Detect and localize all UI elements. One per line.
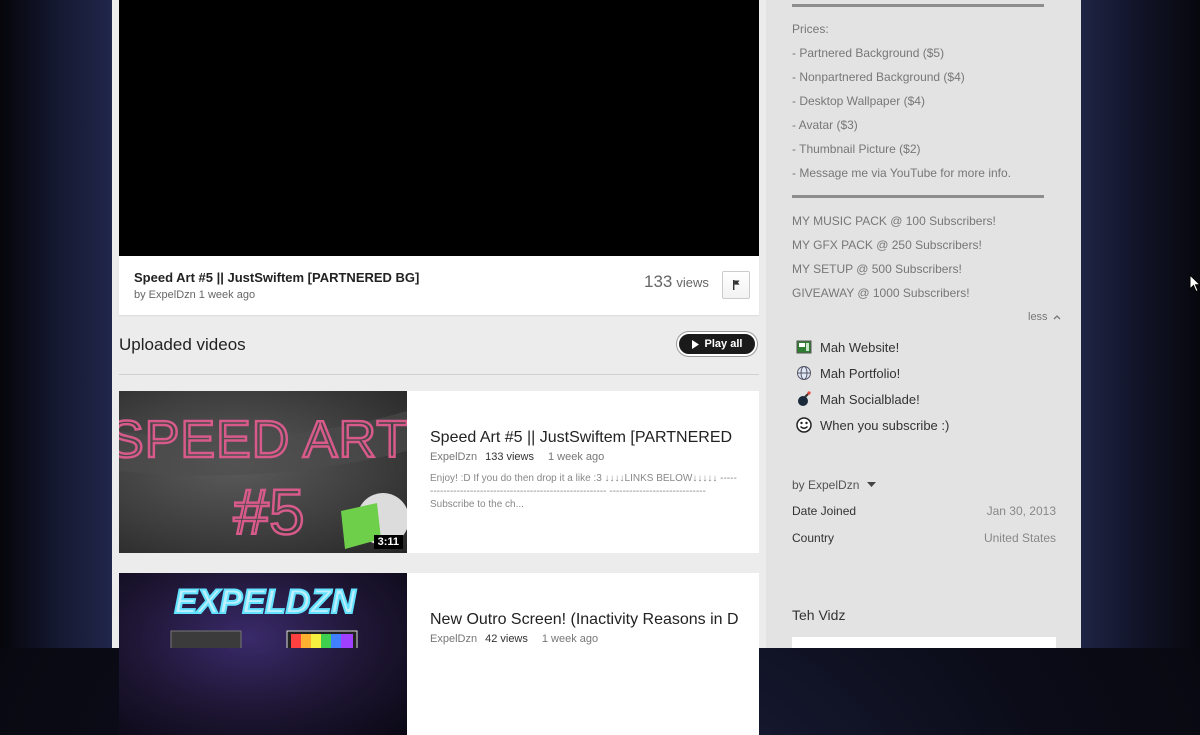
- section-divider: [119, 374, 759, 375]
- featured-video-author-line: by ExpelDzn 1 week ago: [134, 289, 256, 301]
- featured-video-views: 133 views: [644, 272, 709, 292]
- country-label: Country: [792, 531, 835, 545]
- price-line: - Desktop Wallpaper ($4): [792, 94, 925, 108]
- less-label: less: [1028, 311, 1048, 323]
- sidebar-link-socialblade[interactable]: Mah Socialblade!: [796, 390, 920, 408]
- sidebar-link-label: Mah Website!: [820, 339, 900, 355]
- goal-line: MY GFX PACK @ 250 Subscribers!: [792, 238, 982, 252]
- goal-line: GIVEAWAY @ 1000 Subscribers!: [792, 286, 970, 300]
- smiley-icon: [796, 417, 812, 433]
- video-views: 42 views: [485, 633, 528, 645]
- video-views: 133 views: [485, 451, 534, 463]
- socialblade-icon: [796, 391, 812, 407]
- date-joined-value: Jan 30, 2013: [986, 504, 1056, 518]
- prices-heading: Prices:: [792, 22, 829, 36]
- featured-video-title[interactable]: Speed Art #5 || JustSwiftem [PARTNERED B…: [134, 270, 419, 285]
- uploaded-videos-heading: Uploaded videos: [119, 335, 246, 354]
- sidebar-link-portfolio[interactable]: Mah Portfolio!: [796, 364, 900, 382]
- background-left: [0, 0, 112, 648]
- play-icon: [691, 339, 699, 349]
- play-all-button[interactable]: Play all: [677, 332, 757, 356]
- globe-icon: [796, 365, 812, 381]
- video-meta: ExpelDzn 133 views 1 week ago: [430, 451, 604, 463]
- thumbnail-number-text: #5: [233, 476, 304, 548]
- video-thumbnail[interactable]: SPEED ART #5 3:11: [119, 391, 407, 553]
- sidebar-link-website[interactable]: Mah Website!: [796, 338, 899, 356]
- video-author[interactable]: ExpelDzn: [430, 633, 477, 645]
- flag-button[interactable]: [722, 271, 750, 299]
- video-card[interactable]: SPEED ART #5 3:11 Speed Art #5 || JustSw…: [119, 391, 759, 553]
- video-description: Enjoy! :D If you do then drop it a like …: [430, 473, 737, 510]
- thumbnail-title-text: EXPELDZN: [174, 583, 357, 621]
- price-line: - Nonpartnered Background ($4): [792, 70, 965, 84]
- goal-line: MY MUSIC PACK @ 100 Subscribers!: [792, 214, 996, 228]
- channel-owner-dropdown[interactable]: by ExpelDzn: [792, 478, 877, 492]
- video-card[interactable]: EXPELDZN New Outro Screen! (Inactivity R…: [119, 573, 759, 735]
- video-duration: 3:11: [373, 535, 403, 549]
- thumbnail-art: SPEED ART #5: [119, 410, 407, 549]
- thumbnail-art: EXPELDZN: [170, 582, 358, 652]
- views-count: 133: [644, 272, 673, 291]
- mouse-cursor-icon: [1189, 274, 1200, 293]
- video-author[interactable]: ExpelDzn: [430, 451, 477, 463]
- caret-down-icon: [867, 482, 877, 487]
- teh-vidz-module: [792, 637, 1056, 648]
- views-label: views: [676, 275, 709, 290]
- sidebar-link-label: Mah Socialblade!: [820, 391, 920, 407]
- goal-line: MY SETUP @ 500 Subscribers!: [792, 262, 962, 276]
- less-toggle[interactable]: less: [1028, 311, 1061, 323]
- background-right: [1081, 0, 1200, 648]
- country-value: United States: [983, 531, 1056, 545]
- video-thumbnail[interactable]: EXPELDZN: [119, 573, 407, 735]
- price-line: - Thumbnail Picture ($2): [792, 142, 921, 156]
- teh-vidz-heading: Teh Vidz: [792, 607, 846, 623]
- video-age: 1 week ago: [541, 633, 599, 645]
- channel-owner-label: by ExpelDzn: [792, 478, 860, 492]
- video-player[interactable]: [119, 0, 759, 256]
- flag-icon: [733, 280, 740, 290]
- video-meta: ExpelDzn 42 views 1 week ago: [430, 633, 598, 645]
- sidebar-rule: [792, 4, 1044, 7]
- date-joined-label: Date Joined: [792, 504, 857, 518]
- website-icon: [796, 339, 812, 355]
- sidebar-link-label: When you subscribe :): [820, 417, 950, 433]
- video-title[interactable]: Speed Art #5 || JustSwiftem [PARTNERED: [430, 429, 748, 447]
- thumbnail-title-text: SPEED ART: [119, 411, 407, 469]
- price-line: - Message me via YouTube for more info.: [792, 166, 1011, 180]
- video-title[interactable]: New Outro Screen! (Inactivity Reasons in…: [430, 611, 748, 629]
- video-age: 1 week ago: [548, 451, 605, 463]
- sidebar-rule: [792, 195, 1044, 198]
- price-line: - Avatar ($3): [792, 118, 858, 132]
- sidebar-link-subscribe[interactable]: When you subscribe :): [796, 416, 949, 434]
- chevron-up-icon: [1053, 315, 1061, 320]
- featured-video-info: Speed Art #5 || JustSwiftem [PARTNERED B…: [119, 256, 759, 315]
- play-all-label: Play all: [704, 338, 743, 350]
- price-line: - Partnered Background ($5): [792, 46, 945, 60]
- sidebar-link-label: Mah Portfolio!: [820, 365, 901, 381]
